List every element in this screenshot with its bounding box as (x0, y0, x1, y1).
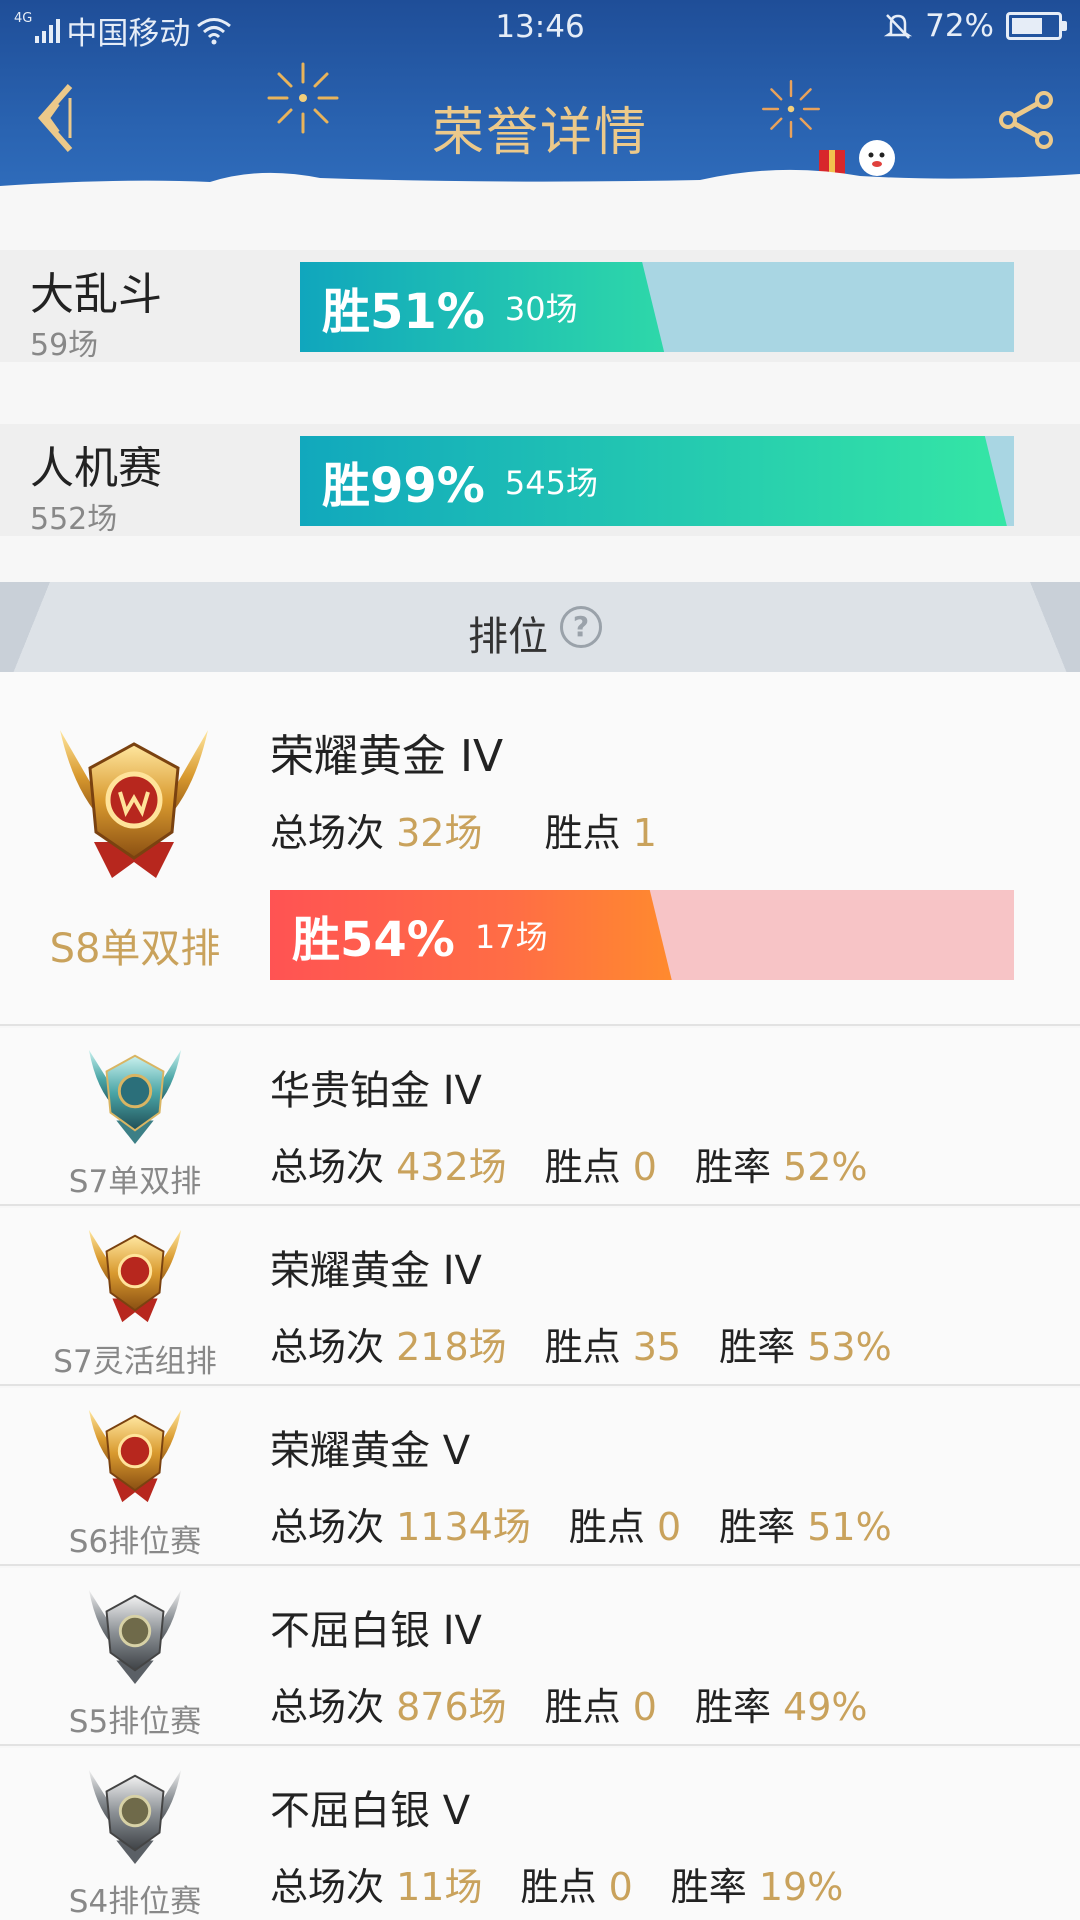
win-rate-label: 胜率 (694, 1685, 771, 1729)
season-label: S7灵活组排 (53, 1344, 217, 1380)
battery-percent: 72% (925, 8, 994, 44)
season-stats: 总场次 432场 胜点 0 胜率 52% (270, 1136, 868, 1191)
total-games-label: 总场次 (270, 1865, 385, 1909)
mode-total-games: 59场 (30, 328, 99, 363)
rank-points-label: 胜点 (568, 1505, 645, 1549)
rank-points-value: 0 (656, 1505, 682, 1549)
rank-points-label: 胜点 (544, 1145, 621, 1189)
season-label: S4排位赛 (68, 1884, 202, 1920)
win-rate-label: 胜率 (719, 1325, 796, 1369)
total-games-value: 876场 (396, 1685, 507, 1729)
status-bar: 4G 中国移动 13:46 72% (0, 0, 1080, 56)
win-rate-value: 52% (783, 1145, 868, 1189)
season-history-row[interactable]: S4排位赛 不屈白银 V 总场次 11场 胜点 0 胜率 19% (0, 1748, 1080, 1920)
gold-rank-emblem-icon (60, 730, 208, 878)
total-games-label: 总场次 (270, 1505, 385, 1549)
season-history-row[interactable]: S5排位赛 不屈白银 IV 总场次 876场 胜点 0 胜率 49% (0, 1568, 1080, 1746)
win-rate-bar: 胜51% 30场 (300, 262, 1014, 352)
gold-rank-emblem-icon (88, 1229, 182, 1323)
win-rate-value: 49% (783, 1685, 868, 1729)
season-label: S5排位赛 (68, 1704, 202, 1740)
win-rate-label: 胜率 (719, 1505, 796, 1549)
mode-name: 人机赛 (30, 443, 162, 494)
win-count: 17场 (474, 918, 548, 956)
season-label: S7单双排 (68, 1164, 202, 1200)
rank-title: 华贵铂金 IV (270, 1068, 482, 1114)
mode-row-vs-ai[interactable]: 人机赛 552场 胜99% 545场 (0, 424, 1080, 537)
mode-name: 大乱斗 (30, 269, 162, 320)
rank-title: 荣耀黄金 V (270, 1428, 471, 1474)
win-rate-label: 胜率 (694, 1145, 771, 1189)
share-icon[interactable] (994, 88, 1058, 152)
total-games-label: 总场次 (270, 811, 385, 855)
win-rate-bar: 胜99% 545场 (300, 436, 1014, 526)
platinum-rank-emblem-icon (88, 1049, 182, 1145)
win-rate-value: 51% (807, 1505, 892, 1549)
season-history-row[interactable]: S6排位赛 荣耀黄金 V 总场次 1134场 胜点 0 胜率 51% (0, 1388, 1080, 1566)
total-games-value: 32场 (396, 811, 483, 855)
rank-points-label: 胜点 (544, 811, 621, 855)
season-label: S8单双排 (49, 926, 221, 972)
total-games-value: 218场 (396, 1325, 507, 1369)
snow-border-decoration (0, 169, 1080, 190)
season-label: S6排位赛 (68, 1524, 202, 1560)
win-count: 545场 (504, 464, 598, 502)
battery-level-fill (1012, 18, 1042, 34)
season-stats: 总场次 1134场 胜点 0 胜率 51% (270, 1496, 892, 1551)
win-rate-label: 胜率 (670, 1865, 747, 1909)
mute-bell-icon (883, 14, 913, 39)
total-games-label: 总场次 (270, 1145, 385, 1189)
battery-icon (1006, 12, 1067, 40)
app-header: 4G 中国移动 13:46 72% 荣誉详情 (0, 0, 1080, 190)
rank-title: 不屈白银 IV (270, 1608, 482, 1654)
total-games-value: 1134场 (396, 1505, 531, 1549)
total-games-label: 总场次 (270, 1685, 385, 1729)
rank-points-value: 1 (632, 811, 657, 855)
total-games-value: 11场 (396, 1865, 483, 1909)
mode-total-games: 552场 (30, 502, 118, 537)
rank-title: 不屈白银 V (270, 1788, 471, 1834)
season-history-row[interactable]: S7单双排 华贵铂金 IV 总场次 432场 胜点 0 胜率 52% (0, 1028, 1080, 1206)
win-rate-bar: 胜54% 17场 (270, 890, 1014, 980)
win-rate-label: 胜54% (292, 912, 455, 968)
total-games-value: 432场 (396, 1145, 507, 1189)
ranked-section-header: 排位 ? (0, 582, 1080, 672)
silver-rank-emblem-icon (88, 1589, 182, 1685)
season-stats: 总场次 32场 胜点 1 (270, 802, 657, 857)
rank-points-value: 0 (632, 1685, 657, 1729)
rank-points-label: 胜点 (544, 1685, 621, 1729)
rank-points-label: 胜点 (520, 1865, 597, 1909)
ranked-section-title: 排位 (468, 614, 548, 660)
win-rate-label: 胜99% (322, 458, 485, 514)
win-rate-value: 53% (807, 1325, 892, 1369)
current-season-card[interactable]: S8单双排 荣耀黄金 IV 总场次 32场 胜点 1 胜54% 17场 (0, 672, 1080, 1026)
gold-rank-emblem-icon (88, 1409, 182, 1503)
silver-rank-emblem-icon (88, 1769, 182, 1865)
mode-row-brawl[interactable]: 大乱斗 59场 胜51% 30场 (0, 250, 1080, 363)
win-count: 30场 (504, 290, 578, 328)
season-stats: 总场次 218场 胜点 35 胜率 53% (270, 1316, 892, 1371)
total-games-label: 总场次 (270, 1325, 385, 1369)
rank-title: 荣耀黄金 IV (270, 731, 504, 782)
win-rate-value: 19% (758, 1865, 844, 1909)
season-stats: 总场次 876场 胜点 0 胜率 49% (270, 1676, 868, 1731)
rank-points-value: 35 (632, 1325, 682, 1369)
season-stats: 总场次 11场 胜点 0 胜率 19% (270, 1856, 843, 1911)
rank-title: 荣耀黄金 IV (270, 1248, 482, 1294)
rank-points-value: 0 (608, 1865, 633, 1909)
rank-points-value: 0 (632, 1145, 657, 1189)
help-icon[interactable]: ? (560, 606, 602, 648)
season-history-row[interactable]: S7灵活组排 荣耀黄金 IV 总场次 218场 胜点 35 胜率 53% (0, 1208, 1080, 1386)
win-rate-label: 胜51% (322, 284, 485, 340)
rank-points-label: 胜点 (544, 1325, 621, 1369)
